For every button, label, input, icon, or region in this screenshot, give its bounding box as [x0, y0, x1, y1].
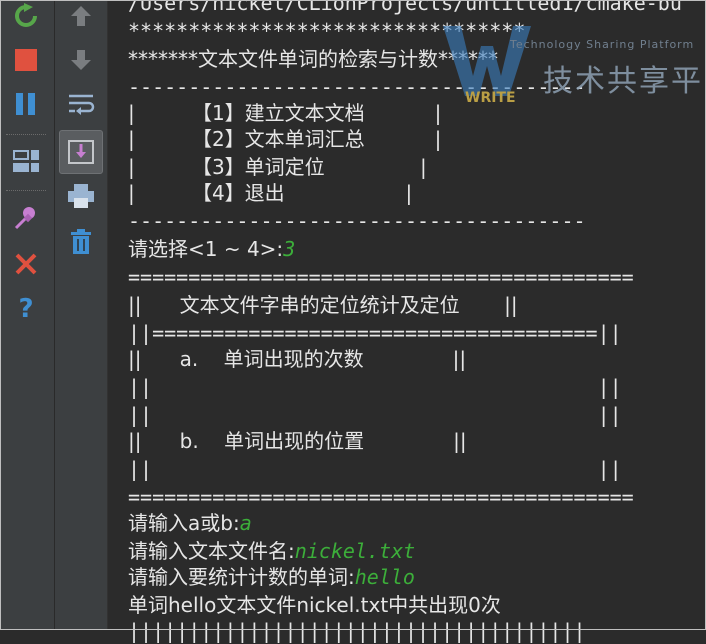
console-line: || 文本文件字串的定位统计及定位 ||: [128, 292, 518, 318]
trash-icon: [71, 229, 91, 254]
help-icon: ?: [18, 294, 34, 324]
close-button[interactable]: [9, 248, 43, 280]
console-toolbar-right: [55, 0, 108, 630]
layout-icon: [13, 150, 39, 172]
console-line-text: || 文本文件字串的定位统计及定位 ||: [128, 293, 518, 317]
console-line: 单词hello文本文件nickel.txt中共出现0次: [128, 592, 501, 618]
console-line-text: 单词hello文本文件nickel.txt中共出现0次: [128, 593, 501, 617]
console-line-text: 请输入要统计计数的单词:: [128, 565, 355, 589]
scroll-up-button[interactable]: [64, 0, 98, 32]
console-line: | 【1】建立文本文档 |: [128, 100, 441, 126]
toolbar-separator: [6, 134, 46, 135]
console-line-text: || a. 单词出现的次数 ||: [128, 347, 467, 371]
console-line-text: || ||: [128, 375, 622, 399]
console-line: ||=====================================|…: [128, 320, 622, 346]
console-line: --------------------------------------: [128, 208, 586, 234]
console-line-text: 请选择<1 ~ 4>:: [128, 237, 284, 261]
scroll-down-button[interactable]: [64, 44, 98, 76]
print-button[interactable]: [64, 180, 98, 212]
console-line-text: ========================================…: [128, 485, 634, 509]
console-toolbar-left: ?: [0, 0, 55, 630]
watermark-title: 技术共享平台: [543, 64, 706, 99]
scroll-to-end-icon: [68, 140, 94, 164]
console-line-text: ||=====================================|…: [128, 321, 622, 345]
stop-icon: [15, 49, 37, 71]
console-line: | 【3】单词定位 |: [128, 154, 427, 180]
console-line: 请输入文本文件名:nickel.txt: [128, 538, 415, 564]
console-line: 请输入要统计计数的单词:hello: [128, 564, 415, 590]
pause-button[interactable]: [9, 88, 43, 120]
console-line: || ||: [128, 456, 622, 482]
console-line: 请输入a或b:a: [128, 510, 252, 536]
console-line-text: | 【2】文本单词汇总 |: [128, 127, 442, 151]
console-line: | 【2】文本单词汇总 |: [128, 126, 441, 152]
print-icon: [68, 184, 94, 208]
console-user-input: hello: [354, 565, 415, 589]
pause-icon: [16, 93, 35, 115]
rerun-button[interactable]: [9, 0, 43, 32]
clear-all-button[interactable]: [64, 226, 98, 258]
console-line: || b. 单词出现的位置 ||: [128, 428, 467, 454]
toolbar-separator: [6, 190, 46, 191]
console-line-text: | 【4】退出 |: [128, 181, 413, 205]
console-line: ========================================…: [128, 484, 634, 510]
console-line-text: ========================================…: [128, 265, 634, 289]
svg-text:WRITE: WRITE: [465, 90, 516, 102]
console-line-text: 请输入a或b:: [128, 511, 240, 535]
console-line: 请选择<1 ~ 4>:3: [128, 236, 295, 262]
pin-button[interactable]: [9, 202, 43, 234]
console-line-text: || b. 单词出现的位置 ||: [128, 429, 467, 453]
console-line-text: || ||: [128, 403, 622, 427]
up-arrow-icon: [71, 6, 91, 26]
console-line-text: || ||: [128, 457, 622, 481]
watermark-subtitle: Technology Sharing Platform: [510, 38, 695, 51]
pin-icon: [14, 207, 35, 230]
watermark: WRITE Technology Sharing Platform 技术共享平台: [395, 10, 706, 102]
close-icon: [15, 253, 37, 275]
layout-button[interactable]: [9, 145, 43, 177]
console-line-text: --------------------------------------: [128, 209, 586, 233]
console-user-input: nickel.txt: [294, 539, 416, 563]
console-line: ========================================…: [128, 264, 634, 290]
scroll-to-end-button[interactable]: [59, 130, 103, 174]
soft-wrap-icon: [69, 94, 95, 115]
console-line: || ||: [128, 402, 622, 428]
soft-wrap-button[interactable]: [64, 88, 98, 120]
stop-button[interactable]: [9, 44, 43, 76]
console-line-text: 请输入文本文件名:: [128, 539, 295, 563]
console-user-input: a: [239, 511, 252, 535]
console-line-text: | 【1】建立文本文档 |: [128, 101, 442, 125]
down-arrow-icon: [71, 50, 91, 70]
console-line: | 【4】退出 |: [128, 180, 412, 206]
console-line-text: ||||||||||||||||||||||||||||||||||||||: [128, 619, 586, 643]
console-line: ||||||||||||||||||||||||||||||||||||||: [128, 618, 586, 644]
rerun-icon: [15, 3, 37, 27]
console-line: || a. 单词出现的次数 ||: [128, 346, 466, 372]
console-line-text: | 【3】单词定位 |: [128, 155, 427, 179]
help-button[interactable]: ?: [9, 293, 43, 325]
console-user-input: 3: [283, 237, 296, 261]
console-line: || ||: [128, 374, 622, 400]
